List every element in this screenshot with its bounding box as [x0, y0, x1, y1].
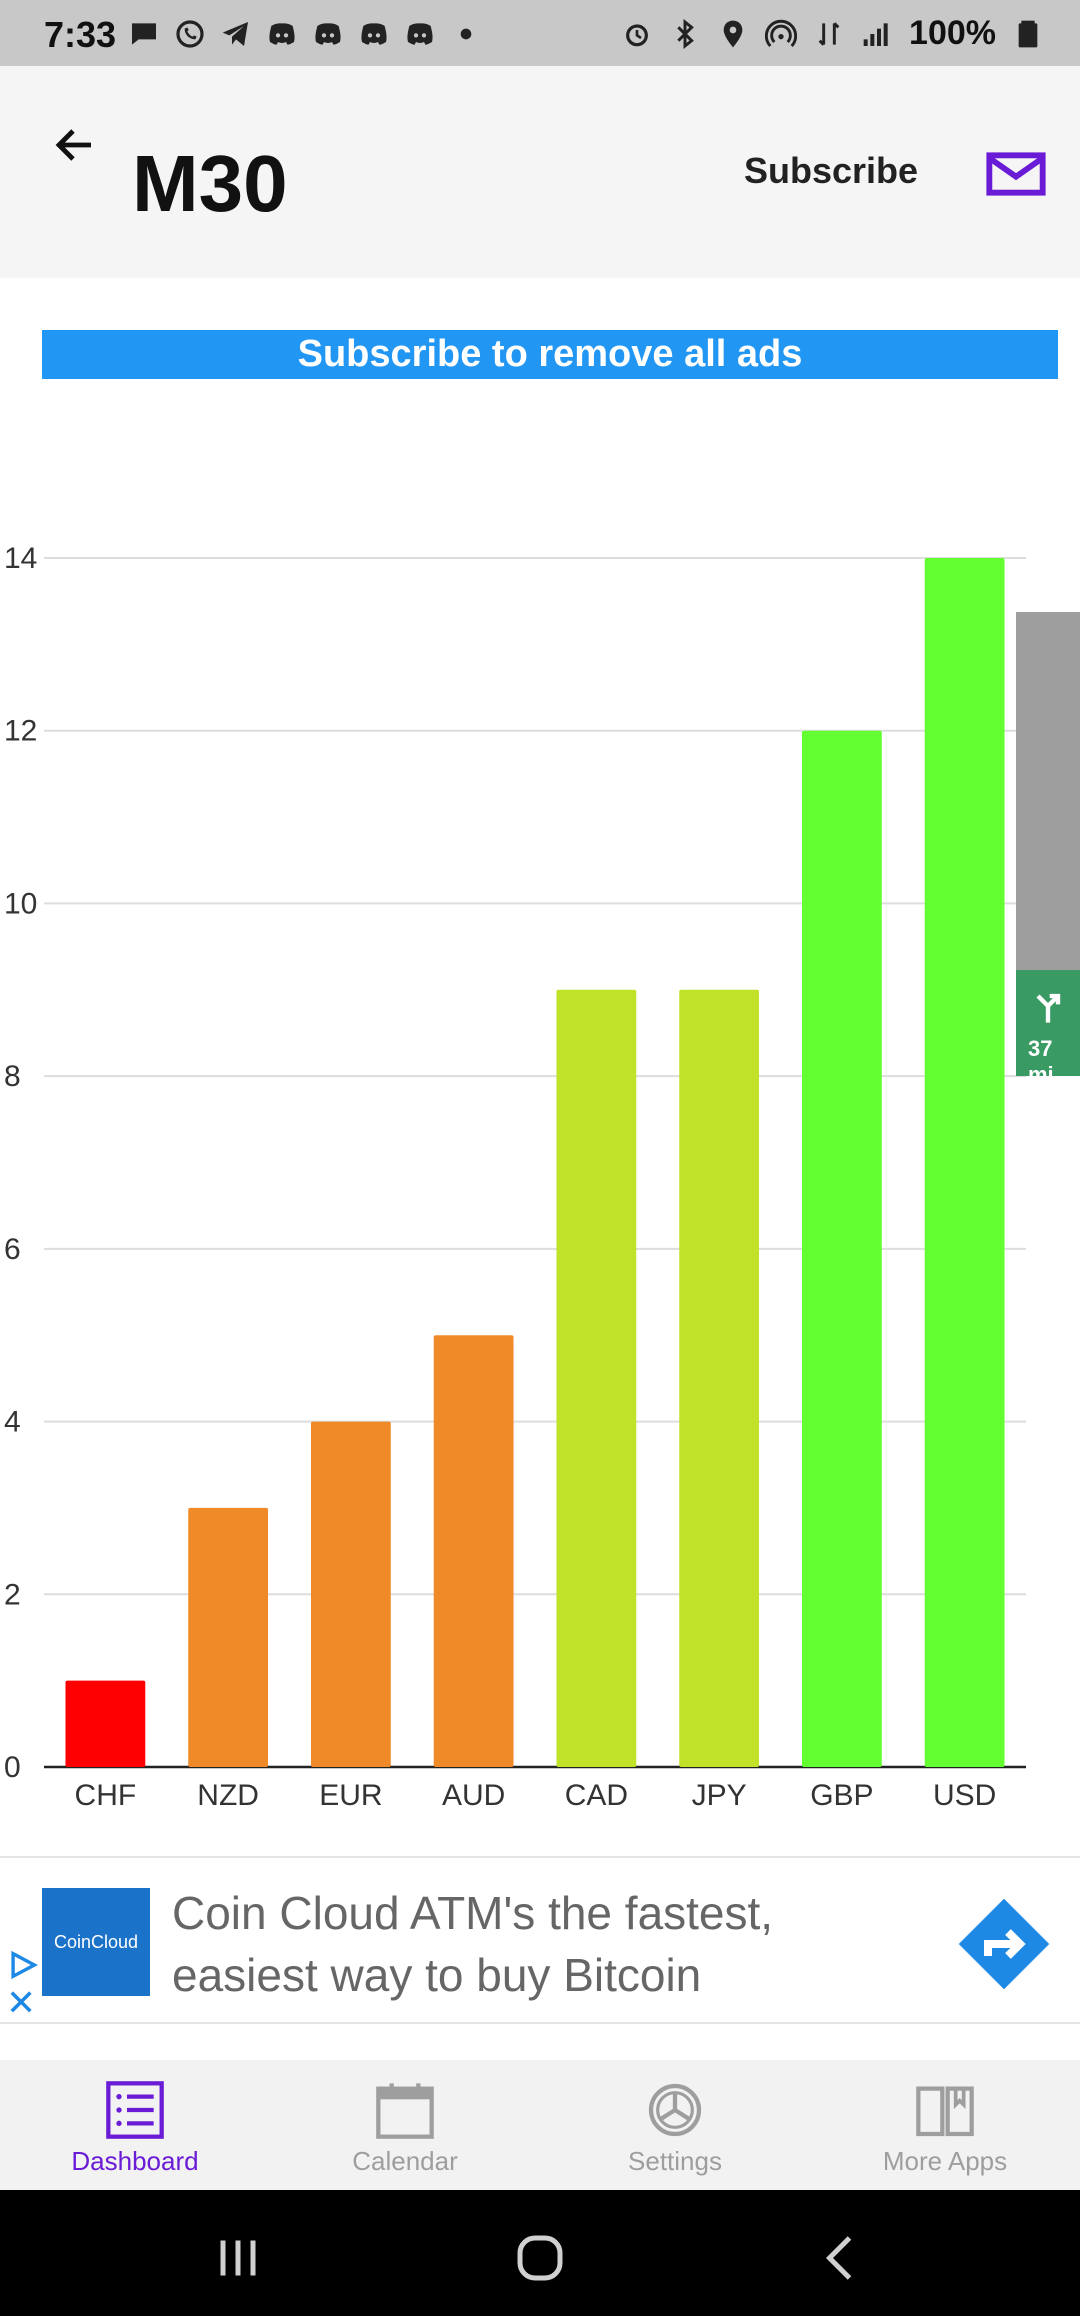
- y-tick-label: 4: [4, 1406, 21, 1439]
- system-navigation-bar: [0, 2190, 1080, 2316]
- x-tick-label: GBP: [810, 1779, 873, 1812]
- discord-icon: [361, 23, 387, 45]
- bar-chart: 0 2 4 6 8 10 12 14 CHF NZD EUR AUD CAD JPY GBP USD: [0, 500, 1080, 1840]
- nav-settings-label: Settings: [628, 2146, 722, 2176]
- battery-percent: 100%: [909, 14, 996, 52]
- system-icons: 100%: [621, 14, 1044, 53]
- nav-more-apps-label: More Apps: [882, 2146, 1008, 2176]
- book-icon: [916, 2086, 974, 2137]
- x-tick-label: AUD: [442, 1779, 505, 1812]
- x-tick-label: CHF: [75, 1779, 137, 1812]
- settings-icon: [648, 2083, 702, 2137]
- x-tick-label: JPY: [692, 1779, 747, 1812]
- bar-usd: [924, 558, 1005, 1767]
- x-tick-label: CAD: [565, 1779, 628, 1812]
- bar-chf: [65, 1680, 146, 1767]
- nav-calendar[interactable]: Calendar: [270, 2060, 540, 2190]
- y-tick-label: 0: [4, 1751, 21, 1784]
- signal-icon: [863, 22, 888, 46]
- nav-dashboard[interactable]: Dashboard: [0, 2060, 270, 2190]
- status-bar: 7:33 100%: [0, 0, 1080, 66]
- page-title: M30: [132, 139, 288, 228]
- system-back-button[interactable]: [812, 2228, 872, 2288]
- navigation-direction-widget[interactable]: 37 mi: [1016, 970, 1080, 1087]
- x-tick-label: NZD: [197, 1779, 259, 1812]
- hotspot-icon: [765, 19, 798, 47]
- subscribe-button[interactable]: Subscribe: [744, 150, 918, 192]
- app-bar: M30 Subscribe: [0, 66, 1080, 278]
- y-tick-label: 2: [4, 1578, 21, 1611]
- bar-cad: [556, 989, 637, 1767]
- list-icon: [106, 2081, 164, 2139]
- y-tick-label: 14: [4, 542, 37, 575]
- nav-more-apps[interactable]: More Apps: [810, 2060, 1080, 2190]
- alarm-icon: [626, 23, 648, 46]
- remove-ads-banner[interactable]: Subscribe to remove all ads: [42, 330, 1058, 379]
- battery-icon: [1018, 20, 1038, 47]
- calendar-icon: [376, 2083, 434, 2139]
- discord-icon: [407, 23, 433, 45]
- telegram-icon: [222, 22, 248, 46]
- bar-nzd: [188, 1507, 269, 1767]
- x-tick-label: USD: [933, 1779, 996, 1812]
- nav-dashboard-label: Dashboard: [71, 2146, 199, 2176]
- y-tick-label: 12: [4, 715, 37, 748]
- ad-cta-button[interactable]: [956, 1896, 1052, 1992]
- arrow-back-icon: [55, 129, 91, 161]
- location-icon: [723, 20, 743, 47]
- recent-apps-button[interactable]: [208, 2228, 268, 2288]
- bar-jpy: [679, 989, 760, 1767]
- ad-close-button[interactable]: ✕: [6, 1985, 40, 2021]
- bar-gbp: [801, 730, 882, 1767]
- bar-eur: [310, 1421, 391, 1767]
- whatsapp-icon: [176, 20, 204, 48]
- distance-label: 37 mi: [1028, 1036, 1054, 1087]
- discord-icon: [269, 23, 295, 45]
- chart-canvas: 0 2 4 6 8 10 12 14 CHF NZD EUR AUD CAD JPY GBP USD: [4, 542, 1026, 1812]
- discord-icon: [315, 23, 341, 45]
- x-tick-label: EUR: [319, 1779, 382, 1812]
- nav-calendar-label: Calendar: [352, 2146, 458, 2176]
- bar-aud: [433, 1335, 514, 1767]
- bottom-navigation: Dashboard Calendar Settings More Apps: [0, 2060, 1080, 2190]
- bluetooth-icon: [677, 18, 694, 49]
- ad-headline: Coin Cloud ATM's the fastest, easiest wa…: [172, 1887, 774, 2001]
- y-tick-label: 6: [4, 1233, 21, 1266]
- notification-icons: [128, 16, 482, 52]
- data-icon: [818, 21, 840, 46]
- mail-icon: [986, 152, 1046, 196]
- back-button[interactable]: [40, 110, 110, 180]
- home-button[interactable]: [510, 2228, 570, 2288]
- status-time: 7:33: [44, 14, 117, 55]
- turn-arrow-icon: [1036, 993, 1061, 1023]
- coincloud-logo: CoinCloud: [42, 1888, 150, 1996]
- y-tick-label: 10: [4, 887, 37, 920]
- ad-banner[interactable]: CoinCloud Coin Cloud ATM's the fastest, …: [0, 1856, 1080, 2024]
- nav-settings[interactable]: Settings: [540, 2060, 810, 2190]
- app-screen: 7:33 100% M30 Subscribe Subscribe to rem…: [0, 0, 1080, 2316]
- mail-button[interactable]: [984, 142, 1048, 206]
- message-icon: [132, 23, 156, 45]
- y-tick-label: 8: [4, 1060, 21, 1093]
- dot-icon: [460, 28, 472, 40]
- adchoices-icon[interactable]: [6, 1948, 40, 1982]
